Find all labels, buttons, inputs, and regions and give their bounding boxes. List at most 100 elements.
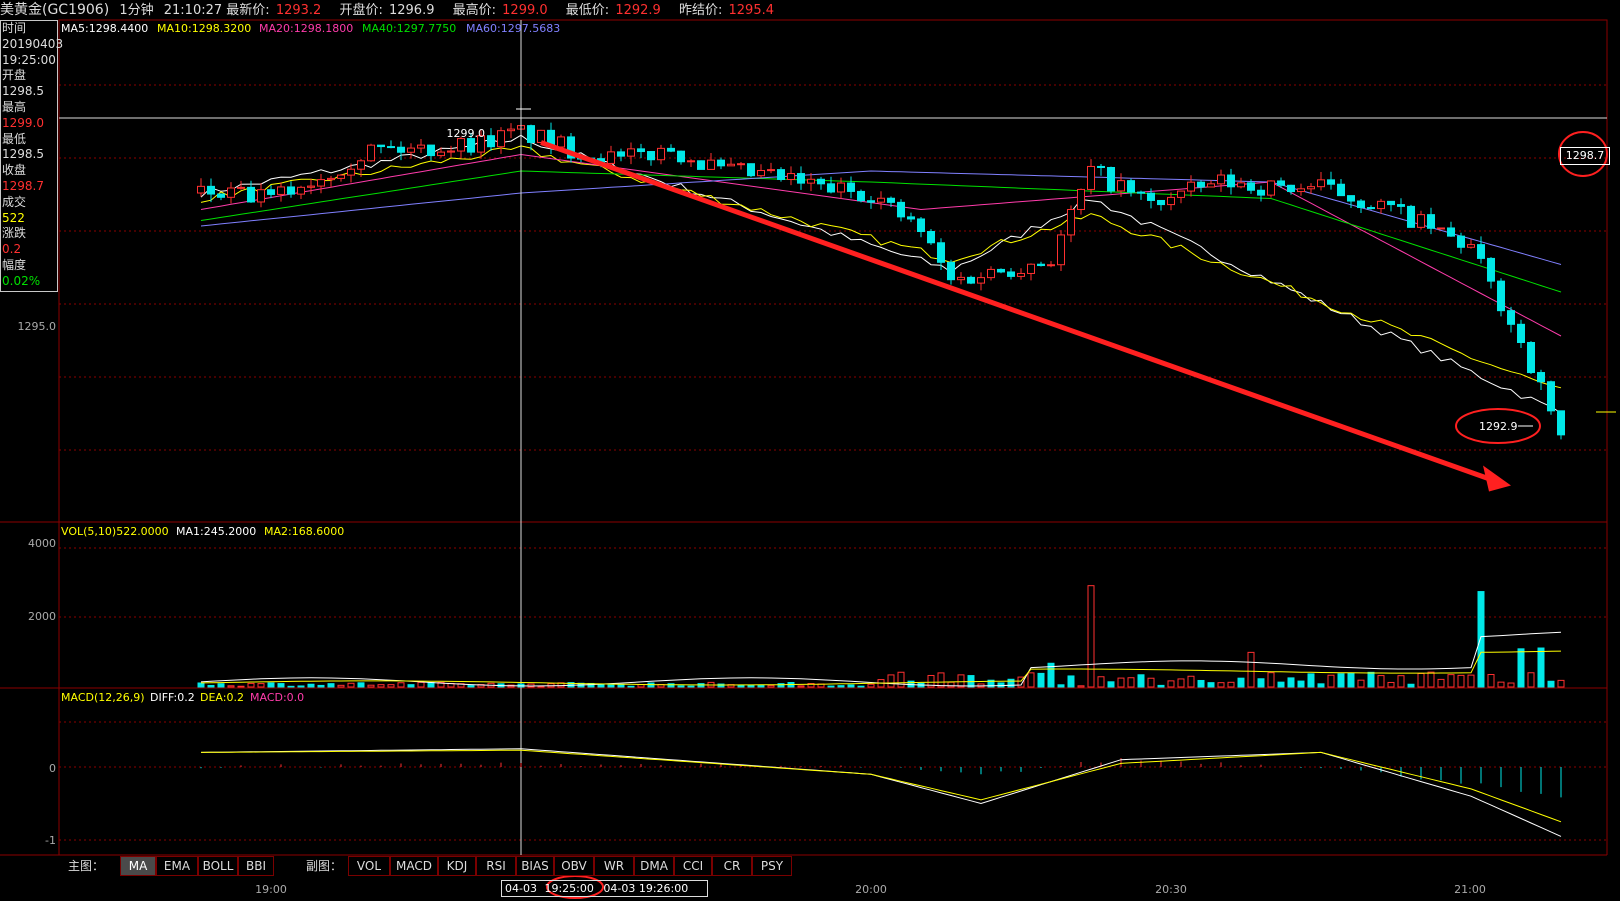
sub-indicator-dma-button[interactable]: DMA (634, 856, 674, 876)
volume-bar (797, 685, 805, 688)
candle-body (977, 277, 985, 284)
main-indicator-boll-button[interactable]: BOLL (198, 856, 238, 876)
volume-bar (857, 685, 865, 688)
volume-bar (1097, 676, 1105, 688)
volume-bar (1507, 682, 1515, 688)
candle-body (367, 144, 375, 162)
price-chart[interactable]: MA5:1298.4400 MA10:1298.3200 MA20:1298.1… (0, 0, 1620, 901)
right-price-tag: 1298.7 (1560, 147, 1610, 165)
info-time-label: 时间 (2, 21, 27, 35)
candle-body (1407, 205, 1415, 228)
volume-bar (627, 685, 635, 688)
volume-bar (1297, 680, 1305, 688)
volume-bar (427, 682, 435, 688)
candle-body (697, 160, 705, 170)
candle-body (357, 160, 365, 170)
bar-info-box: 时间 20190403 19:25:00 开盘 1298.5 最高 1299.0… (0, 20, 64, 292)
candle-body (327, 177, 335, 181)
candle-body (797, 173, 805, 184)
candle-body (1367, 207, 1375, 210)
volume-bar (1367, 671, 1375, 688)
candle-body (1217, 174, 1225, 185)
candle-body (827, 183, 835, 193)
sub-indicator-bias-button[interactable]: BIAS (516, 856, 554, 876)
info-open: 1298.5 (2, 84, 44, 99)
volume-bar (257, 683, 265, 688)
sub-indicator-wr-button[interactable]: WR (594, 856, 634, 876)
candle-body (1077, 188, 1085, 211)
volume-bar (1407, 683, 1415, 688)
volume-bar (1027, 672, 1035, 688)
volume-bar (267, 682, 275, 688)
candle-body (197, 185, 205, 194)
volume-bar (767, 684, 775, 688)
candle-body (387, 146, 395, 149)
time-cursor-box: 04-03 19:25:00 04-03 19:26:00 (501, 880, 708, 897)
sub-indicator-macd-button[interactable]: MACD (390, 856, 438, 876)
candle-body (917, 218, 925, 233)
candle-body (287, 186, 295, 195)
candle-body (377, 144, 385, 148)
candle-body (1387, 200, 1395, 206)
info-change-label: 涨跌 (2, 226, 27, 241)
volume-bar (1307, 673, 1315, 688)
candle-body (1437, 227, 1445, 230)
volume-bar (1397, 675, 1405, 688)
volume-bar (1037, 672, 1045, 688)
sub-indicator-obv-button[interactable]: OBV (554, 856, 594, 876)
volume-bar (1187, 675, 1195, 688)
volume-bar (1517, 648, 1525, 688)
candle-body (447, 150, 455, 153)
candle-body (1457, 235, 1465, 248)
candle-body (1287, 184, 1295, 193)
candle-body (667, 147, 675, 152)
candle-body (1207, 183, 1215, 188)
candle-body (467, 138, 475, 153)
candle-body (997, 268, 1005, 273)
sub-indicator-psy-button[interactable]: PSY (752, 856, 792, 876)
volume-bar (1057, 684, 1065, 688)
volume-bar (1087, 585, 1095, 688)
candle-body (427, 144, 435, 157)
main-indicator-ma-button[interactable]: MA (120, 856, 156, 876)
volume-bar (1267, 672, 1275, 688)
volume-bar (1287, 677, 1295, 688)
main-chart-label: 主图： (68, 859, 105, 873)
candles (197, 122, 1565, 440)
volume-bar (1467, 674, 1475, 688)
candle-body (1527, 342, 1535, 374)
main-indicator-ema-button[interactable]: EMA (156, 856, 198, 876)
sub-indicator-cr-button[interactable]: CR (712, 856, 752, 876)
candle-body (1107, 167, 1115, 192)
volume-ma1-line (200, 631, 1562, 687)
candle-body (1127, 180, 1135, 193)
sub-indicator-vol-button[interactable]: VOL (348, 856, 390, 876)
volume-bar (1117, 677, 1125, 688)
candle-body (707, 159, 715, 170)
main-indicator-bbi-button[interactable]: BBI (238, 856, 274, 876)
candle-body (617, 151, 625, 157)
info-high-label: 最高 (2, 99, 27, 114)
volume-bar (467, 685, 475, 688)
volume-bar (247, 682, 255, 688)
candle-body (757, 169, 765, 177)
volume-bar (327, 683, 335, 688)
candle-body (247, 186, 255, 203)
candle-body (1507, 310, 1515, 325)
volume-bar (377, 684, 385, 688)
candle-body (527, 125, 535, 143)
sub-indicator-kdj-button[interactable]: KDJ (438, 856, 476, 876)
volume-bar (317, 684, 325, 688)
volume-bar (717, 683, 725, 688)
macd-legend-macd: MACD:0.0 (250, 691, 304, 704)
time-cursor-time: 19:25:00 (544, 882, 594, 895)
candle-body (1497, 280, 1505, 312)
volume-bar (597, 684, 605, 688)
sub-indicator-cci-button[interactable]: CCI (674, 856, 712, 876)
info-date: 20190403 (2, 36, 64, 51)
candle-body (237, 186, 245, 189)
volume-bars (197, 585, 1565, 688)
candle-body (267, 189, 275, 195)
sub-indicator-rsi-button[interactable]: RSI (476, 856, 516, 876)
macd-legend-diff: DIFF:0.2 (150, 691, 195, 704)
